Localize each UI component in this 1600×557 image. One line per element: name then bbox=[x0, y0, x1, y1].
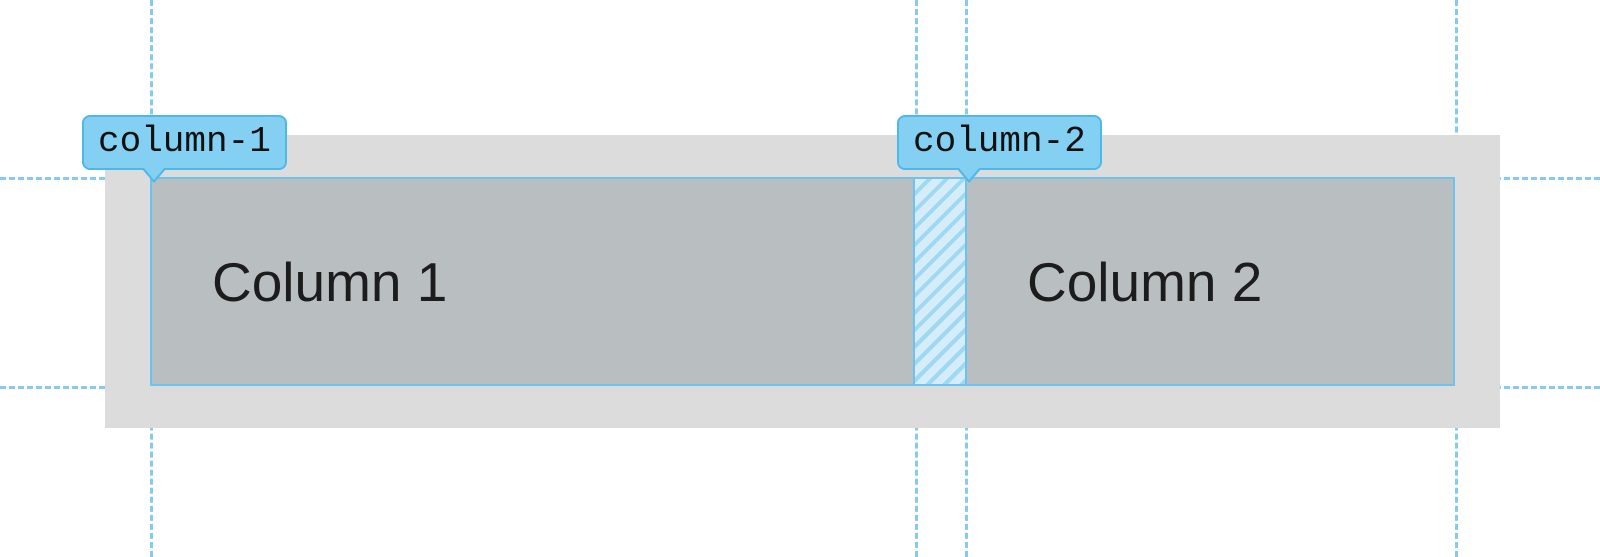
grid-cell-1: column-1 Column 1 bbox=[150, 177, 915, 386]
grid-track: column-1 Column 1 column-2 Column 2 bbox=[150, 177, 1455, 386]
grid-gap-hatch bbox=[915, 177, 965, 386]
grid-container: column-1 Column 1 column-2 Column 2 bbox=[105, 135, 1500, 428]
cell-label: Column 2 bbox=[1027, 250, 1262, 314]
grid-line-tag-2: column-2 bbox=[897, 115, 1102, 170]
tag-label: column-1 bbox=[98, 121, 271, 162]
grid-line-tag-1: column-1 bbox=[82, 115, 287, 170]
cell-label: Column 1 bbox=[212, 250, 447, 314]
grid-cell-2: column-2 Column 2 bbox=[965, 177, 1455, 386]
tag-label: column-2 bbox=[913, 121, 1086, 162]
